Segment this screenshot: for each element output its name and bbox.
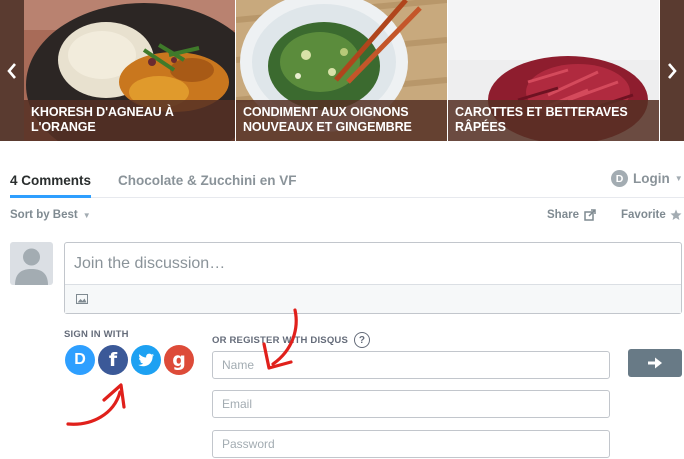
- carousel-slide[interactable]: KHORESH D'AGNEAU À L'ORANGE: [24, 0, 235, 141]
- recipe-carousel: KHORESH D'AGNEAU À L'ORANGE CONDIMENT AU…: [0, 0, 684, 141]
- active-tab-indicator: [10, 195, 91, 198]
- password-field[interactable]: [212, 430, 610, 458]
- chevron-left-icon: [7, 62, 16, 79]
- star-icon: [670, 209, 682, 220]
- chevron-down-icon: ▼: [82, 210, 91, 220]
- annotation-arrow-to-name-field: [262, 308, 298, 370]
- facebook-icon: f: [108, 349, 118, 371]
- sort-label: Sort by Best: [10, 209, 78, 221]
- tab-community[interactable]: Chocolate & Zucchini en VF: [118, 173, 297, 188]
- login-label: Login: [633, 171, 670, 186]
- sort-dropdown[interactable]: Sort by Best ▼: [10, 209, 91, 221]
- google-icon: g: [172, 349, 186, 371]
- favorite-label: Favorite: [621, 209, 666, 221]
- annotation-arrow-to-social-buttons: [66, 383, 126, 426]
- share-icon: [584, 209, 596, 221]
- slide-title: CONDIMENT AUX OIGNONS NOUVEAUX ET GINGEM…: [243, 105, 412, 134]
- sort-toolbar: Sort by Best ▼ Share Favorite: [10, 209, 684, 225]
- slide-title: KHORESH D'AGNEAU À L'ORANGE: [31, 105, 174, 134]
- disqus-icon: D: [74, 351, 86, 368]
- comment-composer[interactable]: Join the discussion…: [64, 242, 682, 314]
- slide-caption: CONDIMENT AUX OIGNONS NOUVEAUX ET GINGEM…: [236, 100, 447, 141]
- user-silhouette-icon: [15, 248, 48, 285]
- image-upload-icon[interactable]: [76, 294, 88, 304]
- avatar: [10, 242, 53, 285]
- submit-register-button[interactable]: [628, 349, 682, 377]
- share-label: Share: [547, 209, 579, 221]
- sign-in-label: SIGN IN WITH: [64, 329, 129, 340]
- tab-comments[interactable]: 4 Comments: [10, 173, 91, 188]
- carousel-slide[interactable]: CONDIMENT AUX OIGNONS NOUVEAUX ET GINGEM…: [236, 0, 447, 141]
- login-menu[interactable]: D Login ▼: [611, 170, 683, 187]
- slide-title: CAROTTES ET BETTERAVES RÂPÉES: [455, 105, 628, 134]
- slide-caption: KHORESH D'AGNEAU À L'ORANGE: [24, 100, 235, 141]
- twitter-bird-icon: [138, 353, 154, 366]
- favorite-button[interactable]: Favorite: [621, 209, 682, 221]
- slide-caption: CAROTTES ET BETTERAVES RÂPÉES: [448, 100, 659, 141]
- composer-toolbar: [65, 284, 681, 313]
- google-login-button[interactable]: g: [164, 345, 194, 375]
- facebook-login-button[interactable]: f: [98, 345, 128, 375]
- disqus-tabs: 4 Comments Chocolate & Zucchini en VF D …: [10, 165, 684, 198]
- share-button[interactable]: Share: [547, 209, 596, 221]
- email-field[interactable]: [212, 390, 610, 418]
- chevron-down-icon: ▼: [674, 174, 683, 183]
- twitter-login-button[interactable]: [131, 345, 161, 375]
- composer-placeholder[interactable]: Join the discussion…: [74, 255, 225, 273]
- disqus-login-button[interactable]: D: [65, 345, 95, 375]
- carousel-slide[interactable]: CAROTTES ET BETTERAVES RÂPÉES: [448, 0, 659, 141]
- disqus-logo-icon: D: [611, 170, 628, 187]
- arrow-right-icon: [648, 357, 662, 369]
- carousel-next-button[interactable]: [660, 0, 684, 141]
- chevron-right-icon: [668, 62, 677, 79]
- carousel-prev-button[interactable]: [0, 0, 24, 141]
- help-icon[interactable]: ?: [354, 332, 371, 348]
